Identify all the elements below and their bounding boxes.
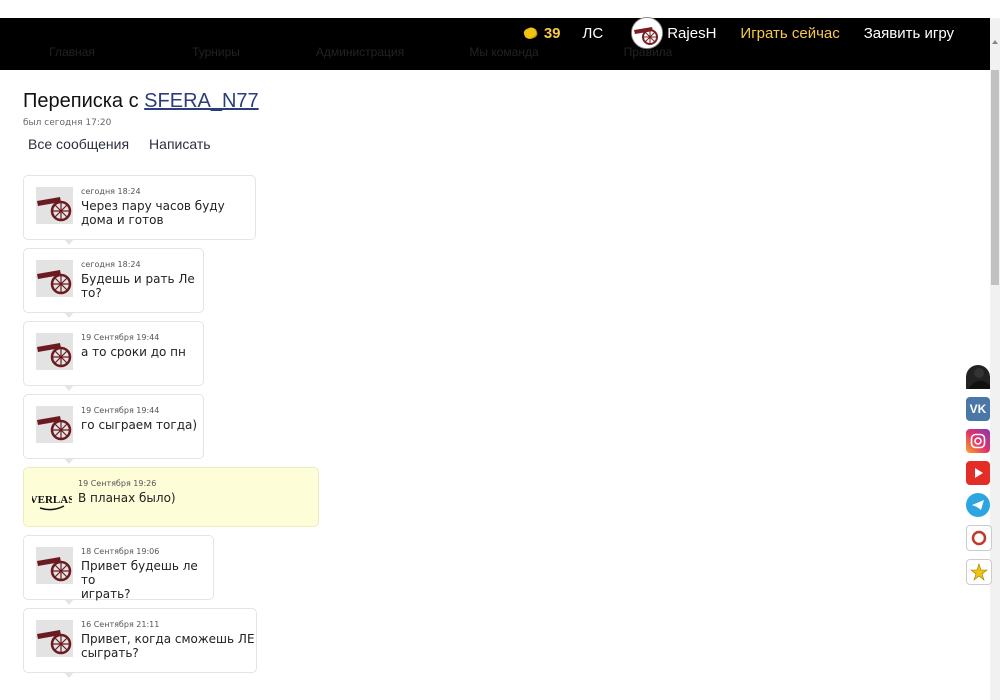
- scrollbar-thumb[interactable]: [991, 70, 999, 285]
- private-messages-link[interactable]: ЛС: [583, 25, 604, 42]
- coin-balance[interactable]: 39: [522, 24, 561, 42]
- message-time: 19 Сентября 19:44: [81, 406, 160, 415]
- social-links: VK: [966, 365, 992, 593]
- message-item: 19 Сентября 19:44 а то сроки до пн: [23, 321, 204, 391]
- telegram-icon[interactable]: [966, 493, 990, 517]
- message-text: Привет, когда сможешь ЛЕ сыграть?: [81, 632, 255, 660]
- partner-avatar[interactable]: [36, 620, 73, 657]
- ring-icon[interactable]: [966, 525, 992, 551]
- partner-avatar[interactable]: [36, 547, 73, 584]
- message-tail: [64, 672, 74, 678]
- message-text: а то сроки до пн: [81, 345, 186, 359]
- partner-avatar[interactable]: [36, 333, 73, 370]
- message-text: го сыграем тогда): [81, 418, 198, 432]
- message-time: 16 Сентября 21:11: [81, 620, 160, 629]
- user-menu[interactable]: RajesH: [631, 17, 716, 49]
- partner-link[interactable]: SFERA_N77: [144, 90, 259, 112]
- tab-write[interactable]: Написать: [149, 136, 210, 152]
- message-tail: [64, 385, 74, 391]
- message-tail: [64, 599, 74, 605]
- own-avatar-logo: VERLAS: [32, 494, 72, 506]
- nav-item-admin[interactable]: Администрация: [288, 46, 432, 60]
- scroll-up-arrow-icon[interactable]: [992, 40, 998, 44]
- message-time: 18 Сентября 19:06: [81, 547, 160, 556]
- message-item: сегодня 18:24 Будешь и рать Ле то?: [23, 248, 204, 318]
- partner-avatar[interactable]: [36, 406, 73, 443]
- vk-icon[interactable]: VK: [966, 397, 990, 421]
- message-item: 18 Сентября 19:06 Привет будешь ле то игр…: [23, 535, 214, 605]
- play-now-link[interactable]: Играть сейчас: [740, 25, 839, 42]
- message-tail: [64, 458, 74, 464]
- message-item: сегодня 18:24 Через пару часов буду дома …: [23, 175, 256, 245]
- instagram-icon[interactable]: [966, 429, 990, 453]
- main-nav: Главная Турниры Администрация Мы команда…: [0, 46, 720, 60]
- message-text: Привет будешь ле то играть?: [81, 559, 198, 601]
- message-text: Будешь и рать Ле то?: [81, 272, 195, 300]
- message-tail: [64, 312, 74, 318]
- own-avatar[interactable]: VERLAS: [32, 479, 72, 519]
- message-time: 19 Сентября 19:26: [78, 479, 157, 488]
- message-tail: [64, 239, 74, 245]
- navbar-extension: [720, 48, 990, 70]
- youtube-icon[interactable]: [966, 461, 990, 485]
- nav-item-team[interactable]: Мы команда: [432, 46, 576, 60]
- partner-avatar[interactable]: [36, 187, 73, 224]
- tab-all-messages[interactable]: Все сообщения: [28, 136, 129, 152]
- message-time: 19 Сентября 19:44: [81, 333, 160, 342]
- user-avatar: [631, 17, 664, 49]
- username: RajesH: [667, 24, 717, 42]
- user-bar: 39 ЛС RajesH Играть сейчас Заявить игру: [522, 17, 954, 49]
- message-text: Через пару часов буду дома и готов: [81, 199, 225, 227]
- message-time: сегодня 18:24: [81, 260, 141, 269]
- message-time: сегодня 18:24: [81, 187, 141, 196]
- title-prefix: Переписка с: [23, 90, 145, 112]
- coin-icon: [522, 26, 538, 40]
- message-text: В планах было): [78, 491, 176, 505]
- nav-item-home[interactable]: Главная: [0, 46, 144, 60]
- declare-game-link[interactable]: Заявить игру: [864, 25, 954, 42]
- last-seen-status: был сегодня 17:20: [23, 118, 112, 128]
- message-item: 16 Сентября 21:11 Привет, когда сможешь …: [23, 608, 257, 678]
- nav-item-tournaments[interactable]: Турниры: [144, 46, 288, 60]
- coin-count: 39: [543, 24, 561, 42]
- top-navbar: Главная Турниры Администрация Мы команда…: [0, 17, 990, 70]
- person-icon[interactable]: [966, 365, 990, 389]
- conversation-tabs: Все сообщения Написать: [28, 136, 211, 152]
- message-item-own: VERLAS 19 Сентября 19:26 В планах было): [23, 467, 319, 527]
- star-icon[interactable]: [966, 559, 992, 585]
- message-item: 19 Сентября 19:44 го сыграем тогда): [23, 394, 204, 464]
- partner-avatar[interactable]: [36, 260, 73, 297]
- page-title: Переписка с SFERA_N77: [23, 90, 259, 113]
